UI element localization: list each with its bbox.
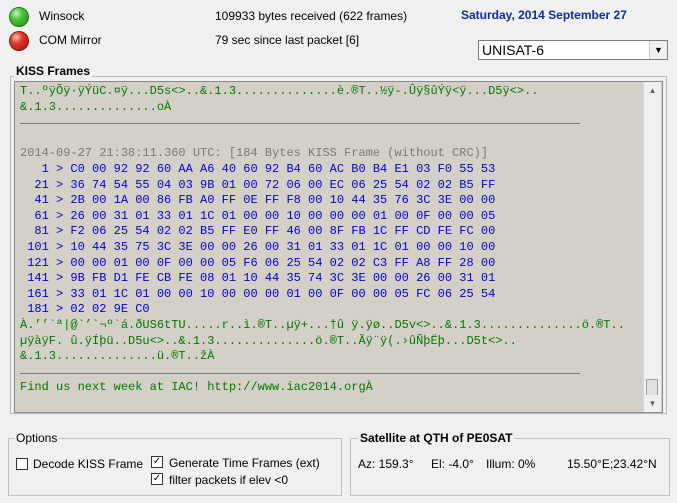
position-value: 15.50°E;23.42°N [567, 457, 657, 471]
winsock-label: Winsock [39, 9, 85, 23]
kiss-frames-title: KISS Frames [14, 64, 93, 78]
current-date: Saturday, 2014 September 27 [461, 8, 627, 22]
log-separator [20, 365, 625, 381]
log-lines: T..ºÿÕÿ·ÿÝüC.¤ÿ...D5s<>..&.1.3..........… [20, 84, 625, 396]
decode-kiss-checkbox[interactable] [16, 458, 28, 470]
filter-packets-label: filter packets if elev <0 [169, 473, 289, 487]
log-separator [20, 115, 625, 131]
log-line: µÿàÿF. û.ÿÍþü..D5u<>..&.1.3.............… [20, 333, 517, 348]
satellite-select-value: UNISAT-6 [482, 42, 544, 58]
log-line: &.1.3..............ü.®T..žÀ [20, 349, 215, 364]
log-line: 21 > 36 74 54 55 04 03 9B 01 00 72 06 00… [20, 177, 496, 192]
log-line: T..ºÿÕÿ·ÿÝüC.¤ÿ...D5s<>..&.1.3..........… [20, 84, 539, 98]
bytes-received-text: 109933 bytes received (622 frames) [215, 9, 408, 23]
scroll-up-icon[interactable]: ▲ [644, 82, 661, 99]
chevron-down-icon[interactable]: ▼ [649, 41, 667, 59]
separator-rule [20, 123, 580, 125]
log-line: Find us next week at IAC! http://www.iac… [20, 380, 373, 395]
log-line: 141 > 9B FB D1 FE CB FE 08 01 10 44 35 7… [20, 271, 496, 286]
generate-time-frames-checkbox[interactable]: ✓ [151, 456, 163, 468]
kiss-frames-log[interactable]: T..ºÿÕÿ·ÿÝüC.¤ÿ...D5s<>..&.1.3..........… [14, 81, 663, 413]
log-line: 61 > 26 00 31 01 33 01 1C 01 00 00 10 00… [20, 208, 496, 223]
options-title: Options [14, 431, 60, 445]
log-line: 1 > C0 00 92 92 60 AA A6 40 60 92 B4 60 … [20, 161, 496, 176]
log-line: &.1.3..............oÀ [20, 99, 172, 114]
log-line: 161 > 33 01 1C 01 00 00 10 00 00 00 01 0… [20, 286, 496, 301]
elevation-value: El: -4.0° [431, 457, 474, 471]
since-last-packet-text: 79 sec since last packet [6] [215, 33, 360, 47]
log-line: 2014-09-27 21:38:11.360 UTC: [184 Bytes … [20, 146, 489, 161]
com-mirror-label: COM Mirror [39, 33, 102, 47]
log-line: 81 > F2 06 25 54 02 02 B5 FF E0 FF 46 00… [20, 224, 496, 239]
log-line: À.’’`ª|@`’`¬º`á.ðUS6tTU.....r..ì.®T..µÿ+… [20, 317, 625, 332]
scroll-down-icon[interactable]: ▼ [644, 395, 661, 412]
illumination-value: Illum: 0% [486, 457, 536, 471]
separator-rule [20, 372, 580, 374]
log-line: 121 > 00 00 01 00 0F 00 00 05 F6 06 25 5… [20, 255, 496, 270]
satellite-select[interactable]: UNISAT-6 ▼ [478, 40, 668, 60]
winsock-status-led [9, 7, 29, 27]
decode-kiss-label: Decode KISS Frame [33, 457, 144, 471]
filter-packets-checkbox[interactable]: ✓ [151, 473, 163, 485]
log-line: 101 > 10 44 35 75 3C 3E 00 00 26 00 31 0… [20, 239, 496, 254]
scroll-thumb[interactable] [646, 379, 658, 396]
azimuth-value: Az: 159.3° [358, 457, 414, 471]
log-scrollbar[interactable]: ▲ ▼ [643, 82, 661, 412]
com-mirror-status-led [9, 31, 29, 51]
log-line: 41 > 2B 00 1A 00 86 FB A0 FF 0E FF F8 00… [20, 193, 496, 208]
log-line: 181 > 02 02 9E C0 [20, 302, 150, 317]
satellite-info-title: Satellite at QTH of PE0SAT [358, 431, 515, 445]
generate-time-frames-label: Generate Time Frames (ext) [169, 456, 320, 470]
